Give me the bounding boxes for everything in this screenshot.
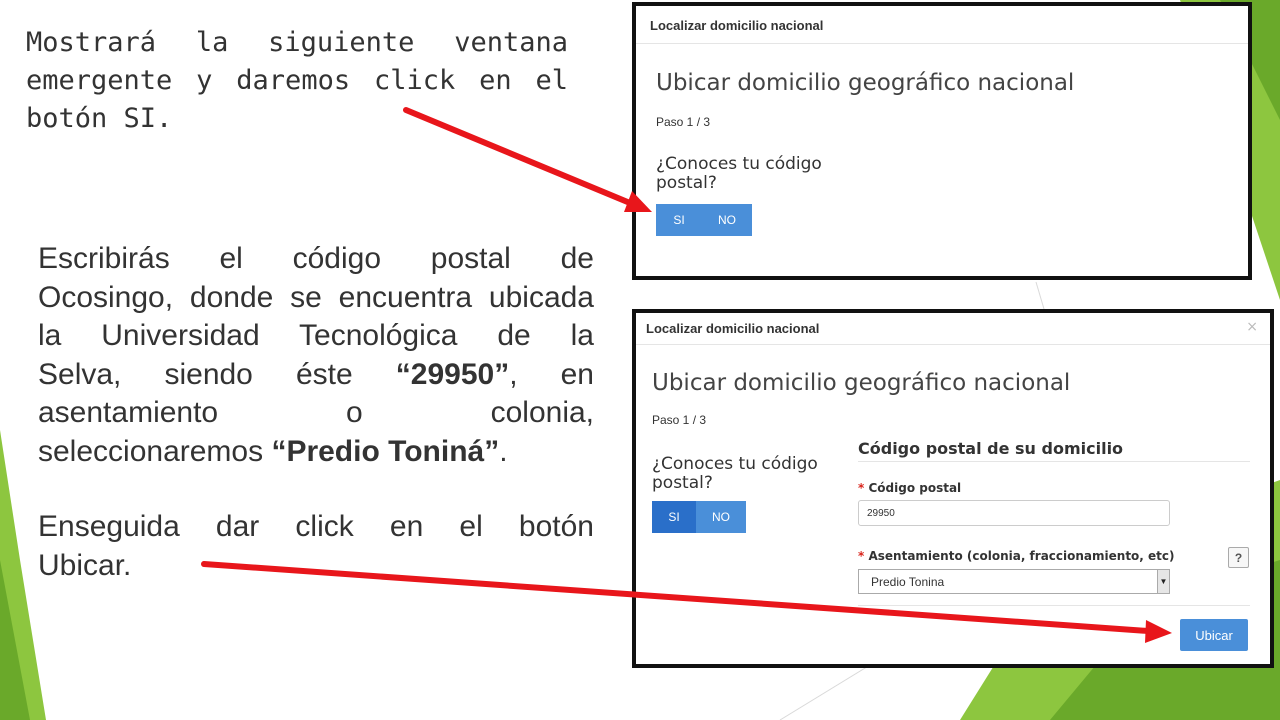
instruction-line: seleccionaremos “Predio Toniná”. <box>38 433 594 472</box>
postal-code-input[interactable]: 29950 <box>858 500 1170 526</box>
page-heading: Ubicar domicilio geográfico nacional <box>656 70 1075 96</box>
modal-screenshot-step1: Localizar domicilio nacional Ubicar domi… <box>632 2 1252 280</box>
no-button[interactable]: NO <box>696 501 746 533</box>
instruction-text: seleccionaremos <box>38 434 272 468</box>
step-indicator: Paso 1 / 3 <box>652 413 707 427</box>
postal-code-label-text: Código postal <box>868 481 962 495</box>
settlement-label-text: Asentamiento (colonia, fraccionamiento, … <box>868 549 1175 563</box>
instruction-line: Enseguida dar click en el botón <box>38 510 594 543</box>
instruction-text: . <box>499 434 508 468</box>
instruction-line: Selva, siendo éste “29950”, en <box>38 356 594 395</box>
instruction-text: Selva, siendo éste <box>38 357 396 391</box>
instruction-line: la Universidad Tecnológica de la <box>38 319 594 352</box>
form-title: Código postal de su domicilio <box>858 439 1124 458</box>
instruction-line: Escribirás el código postal de <box>38 242 594 275</box>
instruction-paragraph-3: Enseguida dar click en el botón Ubicar. <box>38 508 594 585</box>
ubicar-button[interactable]: Ubicar <box>1180 619 1248 651</box>
instruction-line: asentamiento o colonia, <box>38 396 594 429</box>
instruction-paragraph-1: Mostrará la siguiente ventana emergente … <box>26 24 568 138</box>
instruction-text: , en <box>509 357 594 391</box>
page-heading: Ubicar domicilio geográfico nacional <box>652 370 1071 396</box>
instruction-line: Mostrará la siguiente ventana <box>26 27 568 58</box>
required-mark: * <box>858 549 865 563</box>
instruction-paragraph-2: Escribirás el código postal de Ocosingo,… <box>38 240 594 471</box>
postal-code-question: ¿Conoces tu código postal? <box>656 154 822 193</box>
settlement-highlight: “Predio Toniná” <box>271 434 500 468</box>
modal-title: Localizar domicilio nacional <box>650 18 824 33</box>
settlement-label: * Asentamiento (colonia, fraccionamiento… <box>858 549 1175 563</box>
instruction-line: emergente y daremos click en el <box>26 65 568 96</box>
divider <box>858 461 1250 462</box>
postal-code-label: * Código postal <box>858 481 961 495</box>
modal-header: Localizar domicilio nacional <box>636 6 1248 44</box>
postal-code-highlight: “29950” <box>395 357 510 391</box>
modal-title: Localizar domicilio nacional <box>646 321 820 336</box>
yes-button[interactable]: SI <box>652 501 696 533</box>
instruction-line: Ocosingo, donde se encuentra ubicada <box>38 280 594 314</box>
no-button[interactable]: NO <box>702 204 752 236</box>
divider <box>858 605 1250 606</box>
yes-no-group: SI NO <box>652 501 746 533</box>
postal-code-question: ¿Conoces tu código postal? <box>652 454 818 493</box>
modal-screenshot-step1-form: Localizar domicilio nacional × Ubicar do… <box>632 309 1274 668</box>
chevron-down-icon[interactable]: ▼ <box>1157 570 1169 593</box>
yes-button[interactable]: SI <box>656 204 702 236</box>
help-button[interactable]: ? <box>1228 547 1249 568</box>
instruction-line: Ubicar. <box>38 548 132 582</box>
yes-no-group: SI NO <box>656 204 752 236</box>
modal-header: Localizar domicilio nacional × <box>636 313 1270 345</box>
instruction-line: botón SI. <box>26 103 173 134</box>
settlement-select[interactable]: Predio Tonina ▼ <box>858 569 1170 594</box>
step-indicator: Paso 1 / 3 <box>656 115 711 129</box>
close-icon[interactable]: × <box>1246 319 1258 335</box>
required-mark: * <box>858 481 865 495</box>
settlement-selected-value: Predio Tonina <box>871 574 945 589</box>
